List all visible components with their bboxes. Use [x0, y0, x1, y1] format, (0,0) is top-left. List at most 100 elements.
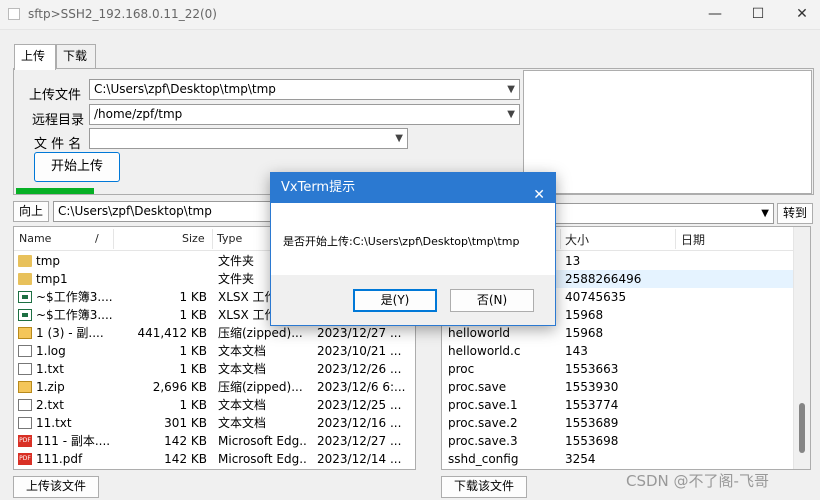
table-row[interactable]: helloworld 15968 — [442, 324, 794, 342]
table-row[interactable]: proc 1553663 — [442, 360, 794, 378]
table-row[interactable]: 111.pdf 142 KB Microsoft Edg... 2023/12/14 … — [14, 450, 415, 468]
cell-name: proc.save.2 — [448, 416, 518, 430]
chevron-down-icon: ▼ — [507, 84, 515, 95]
column-divider[interactable] — [212, 229, 213, 249]
cell-name: proc.save.1 — [448, 398, 518, 412]
cell-type: Microsoft Edg... — [218, 452, 308, 466]
table-row[interactable]: 1.txt 1 KB 文本文档 2023/12/26 ... — [14, 360, 415, 378]
cell-type: 文本文档 — [218, 398, 267, 412]
pdf-icon — [18, 435, 32, 447]
start-upload-button[interactable]: 开始上传 — [34, 152, 120, 182]
table-row[interactable]: proc.save.3 1553698 — [442, 432, 794, 450]
minimize-button[interactable]: — — [695, 0, 735, 30]
chevron-down-icon: ▼ — [507, 109, 515, 120]
close-button[interactable]: ✕ — [782, 0, 820, 30]
txt-icon — [18, 399, 32, 411]
table-row[interactable]: 11.txt 301 KB 文本文档 2023/12/16 ... — [14, 414, 415, 432]
local-path-input[interactable]: C:\Users\zpf\Desktop\tmp — [53, 201, 271, 222]
cell-size: 1553689 — [565, 416, 619, 430]
table-row[interactable]: sshd_config 3254 — [442, 450, 794, 468]
cell-size: 142 KB — [164, 434, 207, 448]
dialog-message: 是否开始上传:C:\Users\zpf\Desktop\tmp\tmp — [283, 235, 520, 248]
cell-type: 文本文档 — [218, 344, 267, 358]
watermark: CSDN @不了阁-飞哥 — [626, 472, 769, 490]
remote-scrollbar[interactable] — [793, 227, 810, 469]
cell-size: 1553698 — [565, 434, 619, 448]
filename-combo[interactable]: ▼ — [89, 128, 408, 149]
zip-icon — [18, 381, 32, 393]
zip-icon — [18, 327, 32, 339]
table-row[interactable]: proc.save.1 1553774 — [442, 396, 794, 414]
maximize-button[interactable]: ☐ — [738, 0, 778, 30]
dialog-body: 是否开始上传:C:\Users\zpf\Desktop\tmp\tmp — [271, 203, 555, 275]
cell-date: 2023/12/25 ... — [317, 398, 402, 412]
cell-date: 2023/12/6 6:... — [317, 380, 406, 394]
cell-size: 1 KB — [179, 398, 207, 412]
cell-date: 2023/12/27 ... — [317, 326, 402, 340]
cell-size: 441,412 KB — [137, 326, 207, 340]
cell-type: 压缩(zipped)... — [218, 380, 303, 394]
column-divider[interactable] — [675, 229, 676, 249]
no-button[interactable]: 否(N) — [450, 289, 534, 312]
cell-name: 111 - 副本.... — [36, 434, 111, 448]
upload-file-value: C:\Users\zpf\Desktop\tmp\tmp — [94, 82, 276, 96]
table-row[interactable]: helloworld.c 143 — [442, 342, 794, 360]
table-row[interactable]: proc.save.2 1553689 — [442, 414, 794, 432]
cell-name: ~$工作簿3.... — [36, 308, 113, 322]
table-row[interactable]: 1 (3) - 副.... 441,412 KB 压缩(zipped)... 2023… — [14, 324, 415, 342]
column-date[interactable]: 日期 — [681, 231, 705, 248]
cell-name: 1 (3) - 副.... — [36, 326, 104, 340]
cell-date: 2023/12/27 ... — [317, 434, 402, 448]
yes-button[interactable]: 是(Y) — [353, 289, 437, 312]
scrollbar-thumb[interactable] — [799, 403, 805, 453]
tab-upload[interactable]: 上传 — [14, 44, 56, 70]
download-this-file-button[interactable]: 下载该文件 — [441, 476, 527, 498]
cell-date: 2023/12/14 ... — [317, 452, 402, 466]
column-divider[interactable] — [560, 229, 561, 249]
app-icon — [8, 8, 20, 20]
column-size[interactable]: 大小 — [565, 231, 589, 248]
cell-size: 1553774 — [565, 398, 619, 412]
remote-dir-combo[interactable]: /home/zpf/tmp ▼ — [89, 104, 520, 125]
column-name[interactable]: Name — [19, 232, 51, 245]
table-row[interactable]: proc.save 1553930 — [442, 378, 794, 396]
cell-size: 143 — [565, 344, 588, 358]
cell-size: 3254 — [565, 452, 596, 466]
cell-size: 1 KB — [179, 290, 207, 304]
cell-size: 2588266496 — [565, 272, 642, 286]
table-row[interactable]: 111 - 副本.... 142 KB Microsoft Edg... 2023/1… — [14, 432, 415, 450]
remote-path-combo[interactable]: ▼ — [556, 203, 774, 224]
chevron-down-icon: ▼ — [761, 208, 769, 219]
upload-this-file-button[interactable]: 上传该文件 — [13, 476, 99, 498]
cell-size: 1553663 — [565, 362, 619, 376]
txt-icon — [18, 417, 32, 429]
cell-name: proc.save.3 — [448, 434, 518, 448]
pdf-icon — [18, 453, 32, 465]
filename-label: 文 件 名 — [34, 137, 82, 152]
cell-name: tmp — [36, 254, 61, 268]
column-divider[interactable] — [113, 229, 114, 249]
remote-dir-label: 远程目录 — [32, 113, 85, 128]
tab-download[interactable]: 下载 — [56, 44, 96, 68]
confirm-dialog: VxTerm提示 ✕ 是否开始上传:C:\Users\zpf\Desktop\t… — [270, 172, 556, 326]
up-button[interactable]: 向上 — [13, 201, 49, 222]
txt-icon — [18, 363, 32, 375]
cell-name: ~$工作簿3.... — [36, 290, 113, 304]
cell-size: 15968 — [565, 326, 604, 340]
cell-size: 301 KB — [164, 416, 207, 430]
goto-button[interactable]: 转到 — [777, 203, 813, 224]
cell-name: helloworld.c — [448, 344, 521, 358]
xlsx-icon — [18, 309, 32, 321]
cell-size: 1 KB — [179, 344, 207, 358]
table-row[interactable]: 1.log 1 KB 文本文档 2023/10/21 ... — [14, 342, 415, 360]
table-row[interactable]: 2.txt 1 KB 文本文档 2023/12/25 ... — [14, 396, 415, 414]
cell-name: tmp1 — [36, 272, 68, 286]
cell-type: Microsoft Edg... — [218, 434, 308, 448]
cell-date: 2023/12/16 ... — [317, 416, 402, 430]
upload-file-combo[interactable]: C:\Users\zpf\Desktop\tmp\tmp ▼ — [89, 79, 520, 100]
log-panel — [523, 70, 812, 194]
table-row[interactable]: 1.zip 2,696 KB 压缩(zipped)... 2023/12/6 6:..… — [14, 378, 415, 396]
column-size[interactable]: Size — [182, 232, 205, 245]
column-type[interactable]: Type — [217, 232, 242, 245]
upload-progress-bar — [16, 188, 94, 194]
